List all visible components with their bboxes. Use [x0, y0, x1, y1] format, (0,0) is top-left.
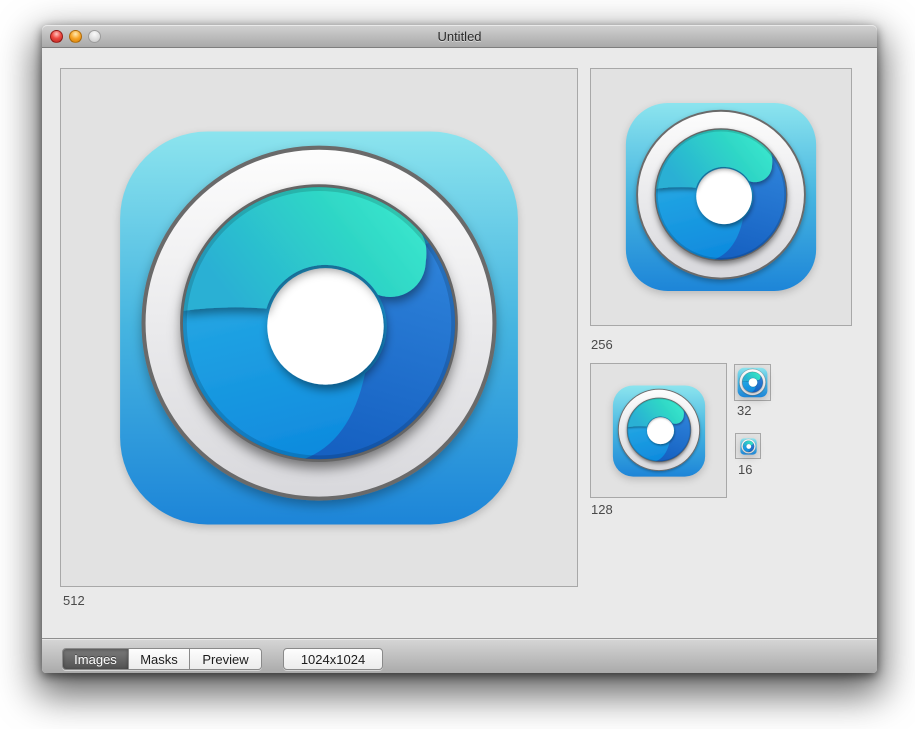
tab-preview[interactable]: Preview — [189, 649, 261, 669]
app-icon-16 — [740, 438, 757, 455]
close-button-icon[interactable] — [50, 30, 63, 43]
traffic-lights — [50, 25, 101, 47]
app-icon-32 — [737, 367, 768, 398]
app-icon-512 — [112, 121, 526, 535]
bottom-toolbar: Images Masks Preview 1024x1024 — [42, 638, 877, 673]
icon-preview-canvas: 512 256 — [42, 48, 877, 638]
app-window: Untitled 512 — [42, 25, 877, 673]
window-title: Untitled — [42, 29, 877, 44]
preview-box-128[interactable] — [590, 363, 727, 498]
preview-label-16: 16 — [738, 462, 752, 477]
preview-label-512: 512 — [63, 593, 85, 608]
tab-masks[interactable]: Masks — [128, 649, 189, 669]
canvas-size-button[interactable]: 1024x1024 — [283, 648, 383, 670]
titlebar[interactable]: Untitled — [42, 25, 877, 48]
app-icon-128 — [611, 383, 707, 479]
preview-label-256: 256 — [591, 337, 613, 352]
desktop-background: Untitled 512 — [0, 0, 915, 729]
view-segmented-control: Images Masks Preview — [62, 648, 262, 670]
app-icon-256 — [622, 98, 820, 296]
zoom-button-icon[interactable] — [88, 30, 101, 43]
preview-label-128: 128 — [591, 502, 613, 517]
preview-box-512[interactable] — [60, 68, 578, 587]
preview-box-32[interactable] — [734, 364, 771, 401]
preview-box-16[interactable] — [735, 433, 761, 459]
tab-images[interactable]: Images — [63, 649, 128, 669]
minimize-button-icon[interactable] — [69, 30, 82, 43]
preview-label-32: 32 — [737, 403, 751, 418]
preview-box-256[interactable] — [590, 68, 852, 326]
